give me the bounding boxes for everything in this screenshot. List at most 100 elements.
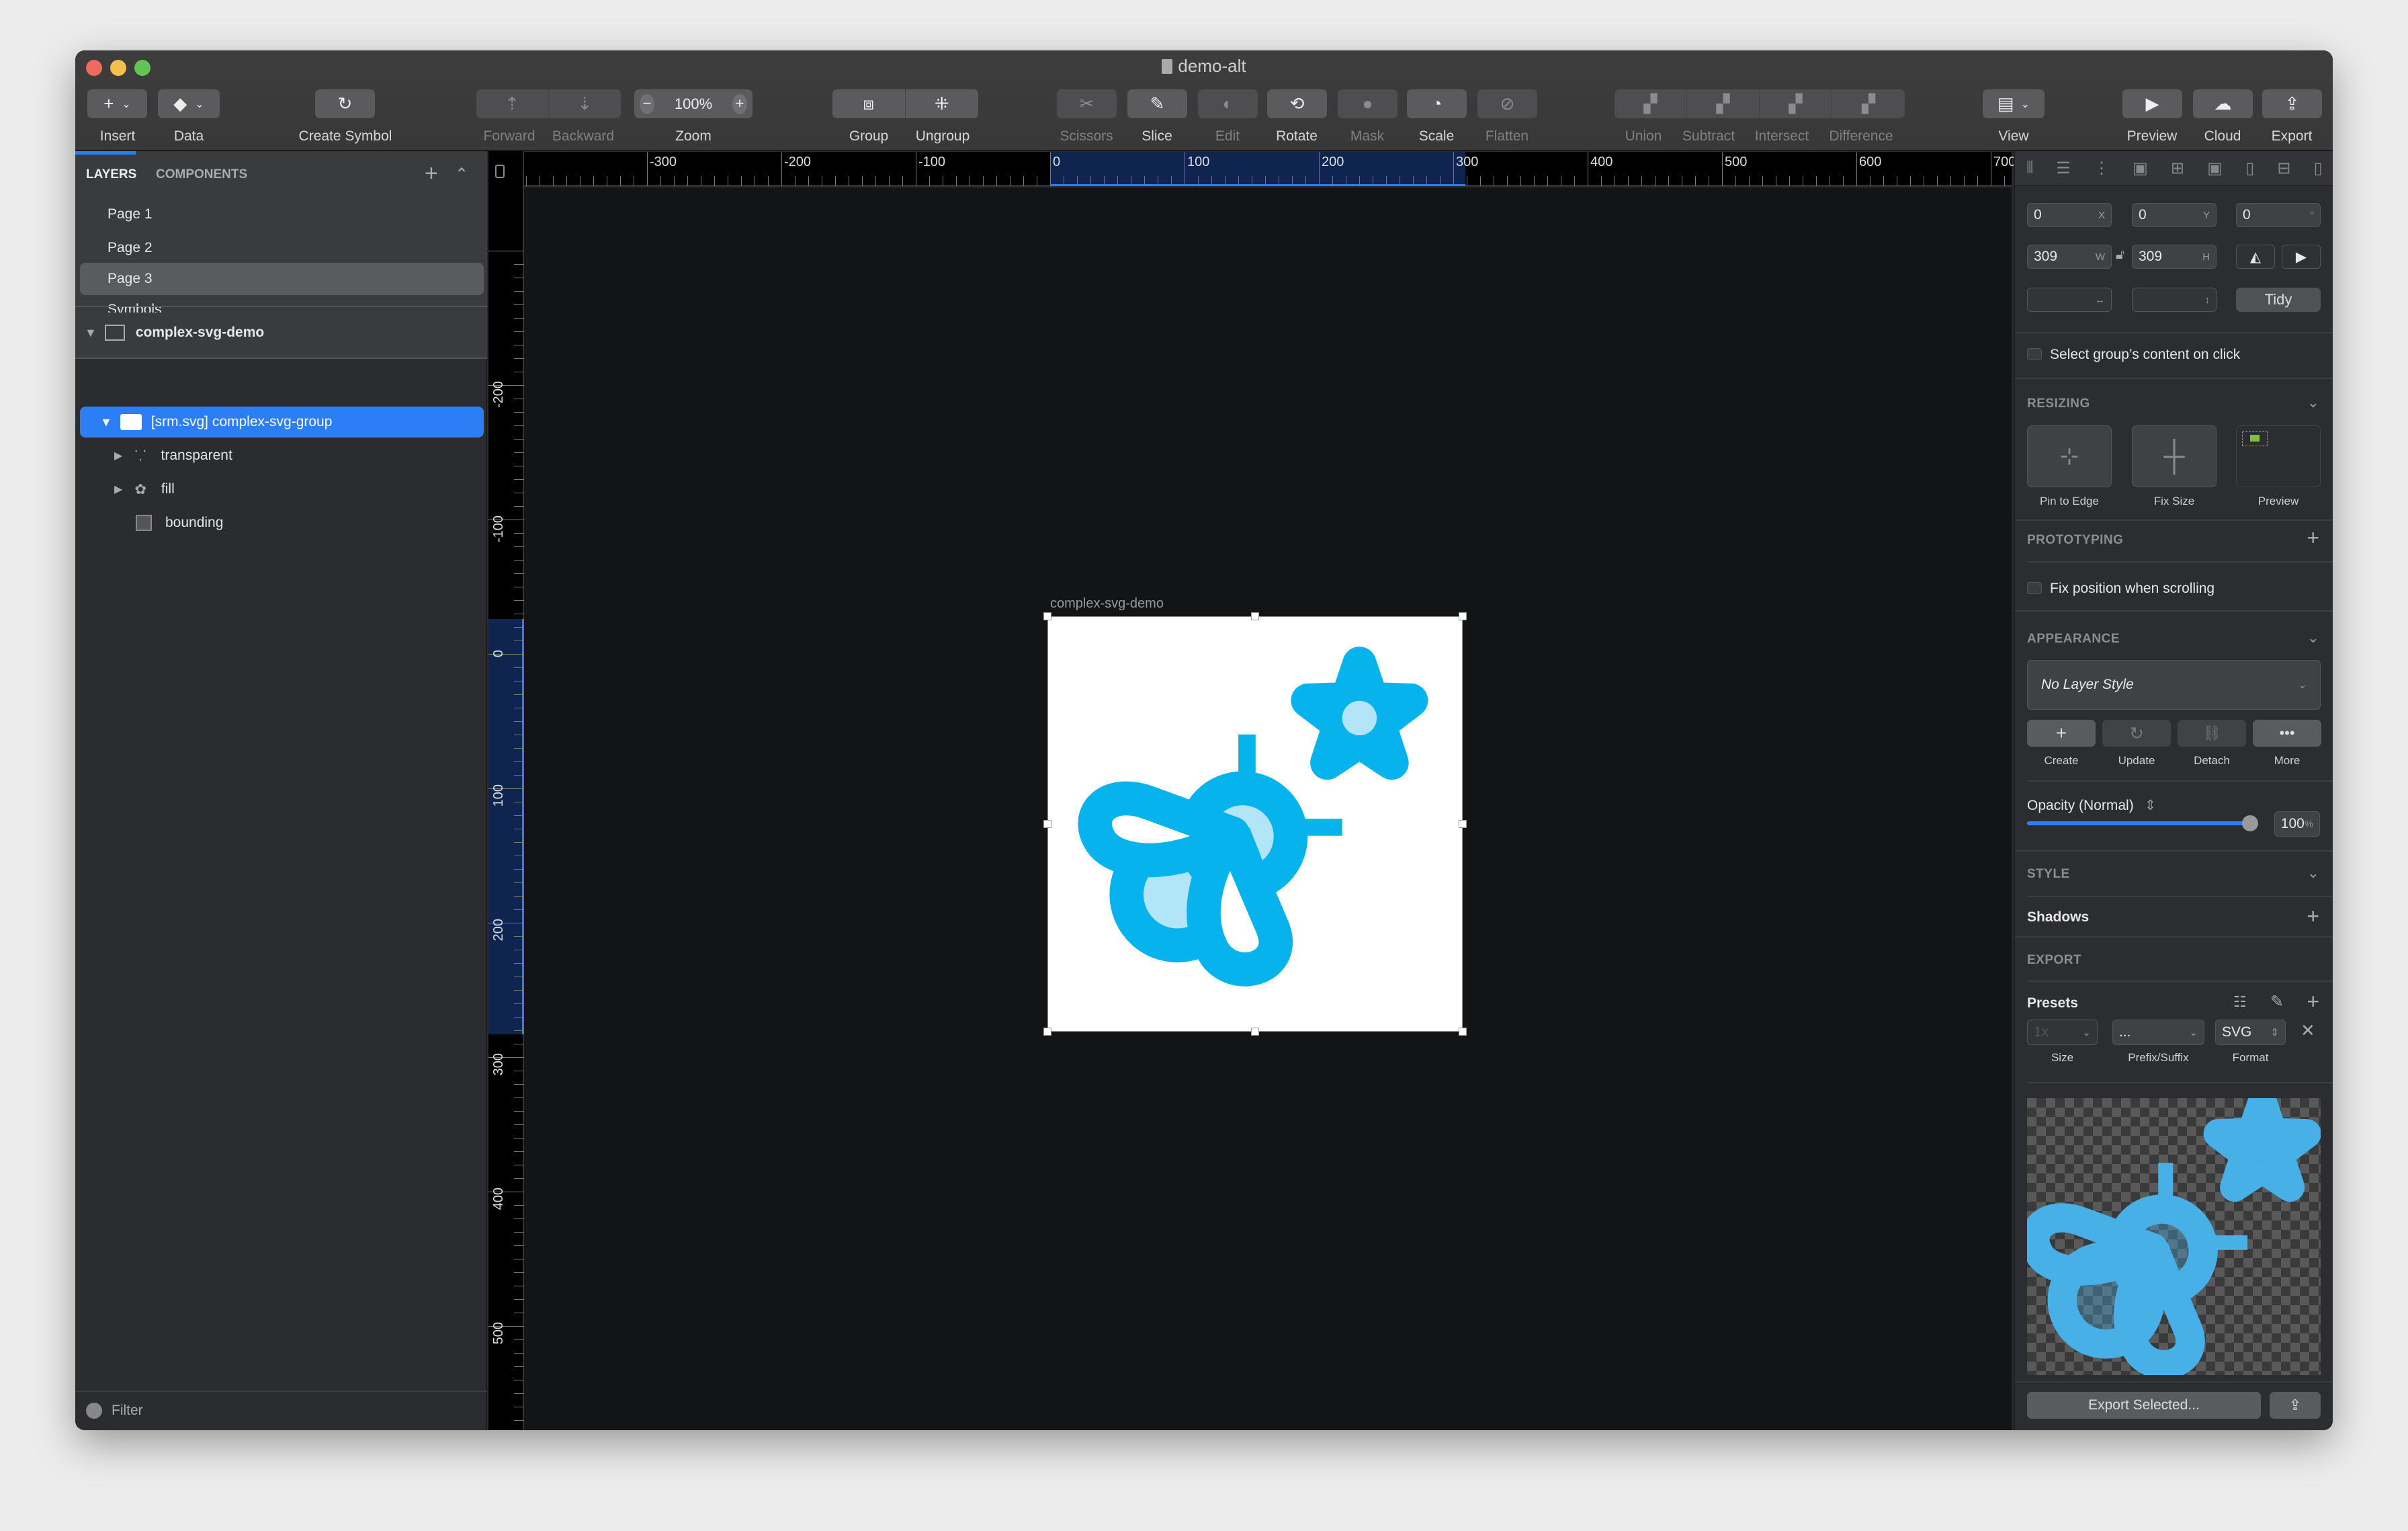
mask-button[interactable]: ● [1338, 89, 1398, 118]
opacity-slider[interactable] [2027, 815, 2258, 831]
prefix-suffix-select[interactable]: ... ⌄ [2112, 1020, 2204, 1045]
flatten-button[interactable]: ⊘ [1477, 89, 1537, 118]
layer-row[interactable]: ▶ ✿ fill [75, 474, 487, 505]
resize-handle[interactable] [1459, 1028, 1467, 1036]
align-bottom-icon[interactable]: ▯ [2314, 159, 2323, 178]
align-right-icon[interactable]: ▣ [2207, 159, 2223, 178]
zoom-out-button[interactable]: − [640, 93, 654, 114]
flip-horizontal-button[interactable]: ◭ [2236, 245, 2275, 269]
slice-knife-icon[interactable]: ✎ [2270, 992, 2284, 1011]
artboard-row[interactable]: ▼ complex-svg-demo [75, 313, 487, 353]
resize-handle[interactable] [1459, 612, 1467, 620]
export-button[interactable]: ⇪ [2262, 89, 2322, 118]
page-item[interactable]: Page 1 [75, 201, 487, 228]
zoom-value[interactable]: 100% [675, 95, 712, 113]
lock-guides-icon[interactable] [495, 165, 505, 178]
rotate-button[interactable]: ⟲ [1267, 89, 1327, 118]
distribute-horizontal-icon[interactable]: ⫴ [2026, 159, 2033, 177]
export-format-select[interactable]: SVG ⇕ [2215, 1020, 2286, 1045]
artboard[interactable] [1047, 616, 1463, 1032]
preview-button[interactable]: ▶ [2122, 89, 2182, 118]
select-group-content-checkbox[interactable] [2027, 348, 2042, 360]
difference-button[interactable]: ▞ [1832, 89, 1905, 118]
resize-handle[interactable] [1043, 1028, 1051, 1036]
preset-settings-icon[interactable]: ☷ [2233, 993, 2247, 1011]
layer-row[interactable]: bounding [75, 507, 487, 538]
update-style-button[interactable]: ↻ [2102, 720, 2171, 747]
fix-position-checkbox[interactable] [2027, 582, 2042, 594]
scale-button[interactable]: ◔ [1407, 89, 1467, 118]
create-symbol-button[interactable]: ↻ [315, 89, 375, 118]
collapse-pages-icon[interactable]: ⌃ [455, 165, 468, 184]
page-item-selected[interactable]: Page 3 [80, 263, 484, 295]
complex-svg-group-artwork[interactable] [1048, 617, 1463, 1032]
forward-button[interactable]: ⇡ [476, 89, 549, 118]
opacity-blend-selector[interactable]: Opacity (Normal) ⇕ [2027, 797, 2156, 814]
align-center-icon[interactable]: ⊞ [2171, 159, 2184, 178]
union-button[interactable]: ▞ [1615, 89, 1687, 118]
more-align-icon[interactable]: ⋮ [2094, 159, 2110, 178]
edit-button[interactable]: ◐ [1198, 89, 1258, 118]
width-field[interactable]: 309 W [2027, 245, 2112, 269]
view-button[interactable]: ▤ ⌄ [1983, 89, 2045, 118]
chevron-down-icon[interactable]: ⌄ [2307, 394, 2319, 411]
scissors-button[interactable]: ✂ [1057, 89, 1117, 118]
resize-handle[interactable] [1043, 612, 1051, 620]
distribute-vertical-icon[interactable]: ☰ [2056, 159, 2071, 178]
opacity-slider-thumb[interactable] [2242, 815, 2258, 831]
resize-handle[interactable] [1251, 1028, 1259, 1036]
add-preset-button[interactable]: + [2307, 991, 2319, 1012]
more-style-button[interactable]: ••• [2253, 720, 2321, 747]
share-export-button[interactable]: ⇪ [2270, 1392, 2321, 1419]
ungroup-button[interactable]: ⁜ [906, 89, 979, 118]
page-item[interactable]: Page 2 [75, 235, 487, 261]
layer-row-selected[interactable]: ▼ [srm.svg] complex-svg-group [80, 407, 484, 438]
align-top-icon[interactable]: ▯ [2245, 159, 2254, 178]
add-prototyping-button[interactable]: + [2307, 527, 2319, 548]
cloud-button[interactable]: ☁ [2193, 89, 2253, 118]
vertical-spacing-field[interactable]: ↕ [2132, 288, 2217, 312]
group-button[interactable]: ⧈ [832, 89, 906, 118]
fix-size-control[interactable]: ┼ [2132, 425, 2217, 487]
align-middle-icon[interactable]: ⊟ [2277, 159, 2290, 178]
y-field[interactable]: 0Y [2132, 203, 2217, 227]
canvas[interactable]: complex-svg-demo [524, 188, 2012, 1430]
page-item[interactable]: Symbols [75, 302, 487, 313]
export-size-select[interactable]: 1x ⌄ [2027, 1020, 2098, 1045]
tab-components[interactable]: COMPONENTS [156, 167, 247, 182]
rotation-field[interactable]: 0 ° [2236, 203, 2321, 227]
chevron-down-icon[interactable]: ⌄ [2307, 864, 2319, 882]
artboard-title[interactable]: complex-svg-demo [1050, 596, 1164, 612]
remove-preset-icon[interactable]: ✕ [2300, 1020, 2315, 1041]
zoom-in-button[interactable]: + [732, 93, 747, 114]
resize-handle[interactable] [1251, 612, 1259, 620]
detach-style-button[interactable]: ⛓ [2178, 720, 2246, 747]
chevron-down-icon[interactable]: ⌄ [2307, 629, 2319, 647]
align-left-icon[interactable]: ▣ [2133, 159, 2148, 178]
opacity-field[interactable]: 100% [2274, 811, 2320, 837]
horizontal-ruler[interactable]: -300 -200 -100 0 100 200 300 400 500 600 700 [524, 152, 2016, 186]
add-page-button[interactable]: + [425, 161, 438, 187]
insert-button[interactable]: + ⌄ [87, 89, 147, 118]
create-style-button[interactable]: + [2027, 720, 2096, 747]
intersect-button[interactable]: ▞ [1760, 89, 1832, 118]
layer-style-dropdown[interactable]: No Layer Style ⌄ [2027, 660, 2321, 710]
export-selected-button[interactable]: Export Selected... [2027, 1392, 2261, 1419]
data-button[interactable]: ◆ ⌄ [158, 89, 220, 118]
lock-ratio-icon[interactable]: 🔓︎ [2116, 247, 2124, 263]
tidy-button[interactable]: Tidy [2236, 288, 2321, 312]
add-shadow-button[interactable]: + [2307, 905, 2319, 927]
tab-layers[interactable]: LAYERS [86, 167, 136, 182]
flip-vertical-button[interactable]: ▶ [2282, 245, 2321, 269]
slice-button[interactable]: ✎ [1127, 89, 1187, 118]
resize-handle[interactable] [1459, 820, 1467, 828]
vertical-ruler[interactable]: -200-1000100200300400500600 [488, 151, 524, 1430]
pin-to-edge-control[interactable]: ⊹ [2027, 425, 2112, 487]
backward-button[interactable]: ⇣ [549, 89, 621, 118]
x-field[interactable]: 0X [2027, 203, 2112, 227]
height-field[interactable]: 309 H [2132, 245, 2217, 269]
filter-field[interactable]: Filter [75, 1396, 487, 1425]
horizontal-spacing-field[interactable]: ↔ [2027, 288, 2112, 312]
layer-row[interactable]: ▶ ⸪ transparent [75, 440, 487, 471]
resize-handle[interactable] [1043, 820, 1051, 828]
